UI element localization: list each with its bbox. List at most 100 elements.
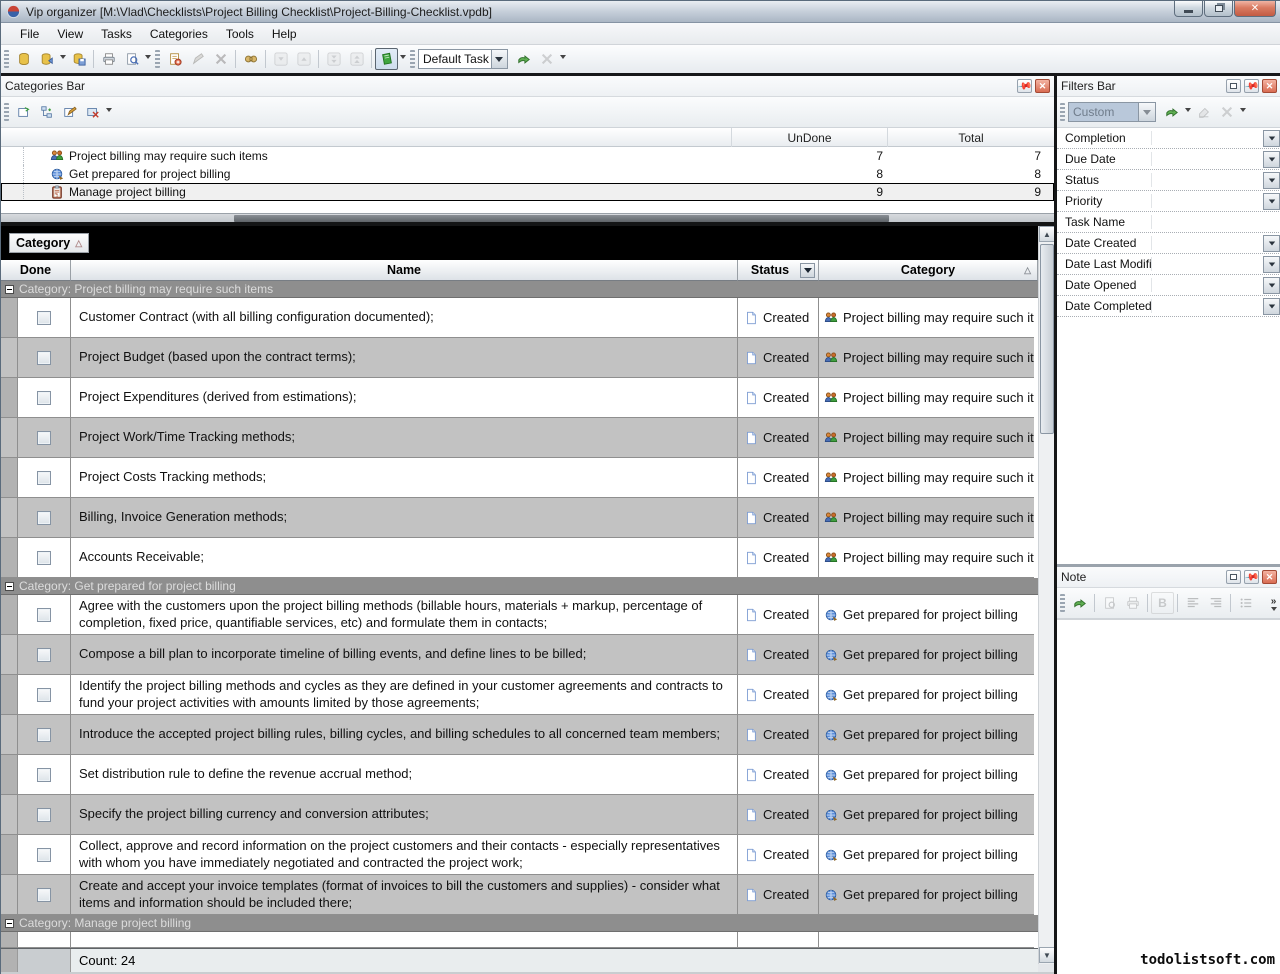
status-filter-button[interactable]	[800, 263, 815, 278]
task-category-cell[interactable]: Project billing may require such items	[819, 298, 1034, 337]
move-bottom-button[interactable]	[322, 48, 345, 70]
grid-vertical-scrollbar[interactable]: ▲ ▼	[1038, 226, 1054, 964]
task-checkbox[interactable]	[37, 471, 51, 485]
scrollbar-thumb[interactable]	[234, 215, 889, 222]
task-name-cell[interactable]: Collect, approve and record information …	[71, 835, 738, 874]
filter-dropdown-button[interactable]	[1263, 130, 1280, 147]
edit-task-button[interactable]	[186, 48, 209, 70]
task-row[interactable]: Collect, approve and record information …	[1, 835, 1034, 875]
note-close-button[interactable]: ✕	[1262, 570, 1277, 584]
task-row[interactable]: Introduce the accepted project billing r…	[1, 715, 1034, 755]
move-down-button[interactable]	[269, 48, 292, 70]
task-name-cell[interactable]: Project Costs Tracking methods;	[71, 458, 738, 497]
task-checkbox[interactable]	[37, 351, 51, 365]
task-category-cell[interactable]: Get prepared for project billing	[819, 755, 1034, 794]
task-checkbox[interactable]	[37, 728, 51, 742]
grid-column-category[interactable]: Category △	[819, 260, 1038, 281]
task-status-cell[interactable]: Created	[738, 298, 819, 337]
new-database-button[interactable]	[12, 48, 35, 70]
task-category-cell[interactable]: Get prepared for project billing	[819, 595, 1034, 634]
task-name-cell[interactable]: Introduce the accepted project billing r…	[71, 715, 738, 754]
task-category-cell[interactable]: Get prepared for project billing	[819, 675, 1034, 714]
categories-toolbar-dropdown[interactable]	[104, 102, 113, 122]
collapse-group-icon[interactable]	[5, 582, 14, 591]
menu-item-categories[interactable]: Categories	[141, 24, 217, 44]
task-status-cell[interactable]: Created	[738, 378, 819, 417]
toolbar-overflow-dropdown[interactable]	[558, 49, 567, 69]
menu-item-help[interactable]: Help	[263, 24, 306, 44]
task-status-cell[interactable]: Created	[738, 795, 819, 834]
filter-dropdown-button[interactable]	[1263, 193, 1280, 210]
task-category-cell[interactable]: Project billing may require such items	[819, 498, 1034, 537]
task-name-cell[interactable]: Project Work/Time Tracking methods;	[71, 418, 738, 457]
task-checkbox[interactable]	[37, 808, 51, 822]
note-pin-button[interactable]: 📌	[1244, 570, 1259, 584]
task-row[interactable]: Billing, Invoice Generation methods;Crea…	[1, 498, 1034, 538]
edit-category-button[interactable]	[58, 101, 81, 123]
group-by-category-button[interactable]: Category △	[9, 233, 89, 253]
close-button[interactable]: ✕	[1234, 1, 1276, 17]
filters-pin-button[interactable]: 📌	[1244, 79, 1259, 93]
delete-filter-button[interactable]	[1215, 101, 1238, 123]
task-status-cell[interactable]: Created	[738, 755, 819, 794]
task-row[interactable]: Accounts Receivable;CreatedProject billi…	[1, 538, 1034, 578]
group-header-row[interactable]: Category: Manage project billing	[1, 915, 1038, 932]
task-status-cell[interactable]: Created	[738, 835, 819, 874]
note-toolbar-overflow[interactable]: »	[1271, 596, 1277, 607]
task-checkbox[interactable]	[37, 888, 51, 902]
task-row[interactable]: Project Budget (based upon the contract …	[1, 338, 1034, 378]
task-category-cell[interactable]: Get prepared for project billing	[819, 715, 1034, 754]
column-header-category[interactable]	[1, 128, 731, 147]
align-left-button[interactable]	[1181, 592, 1204, 614]
task-name-cell[interactable]: Identify the project billing methods and…	[71, 675, 738, 714]
task-category-cell[interactable]: Project billing may require such items	[819, 378, 1034, 417]
task-checkbox[interactable]	[37, 608, 51, 622]
filters-close-button[interactable]: ✕	[1262, 79, 1277, 93]
note-apply-button[interactable]	[1068, 592, 1091, 614]
category-tree-item[interactable]: Get prepared for project billing88	[1, 165, 1054, 183]
task-status-cell[interactable]: Created	[738, 458, 819, 497]
task-name-cell[interactable]: Project Expenditures (derived from estim…	[71, 378, 738, 417]
categories-horizontal-scrollbar[interactable]	[1, 213, 1054, 222]
filter-preset-dropdown[interactable]	[1138, 103, 1155, 121]
print-button[interactable]	[97, 48, 120, 70]
menu-item-tasks[interactable]: Tasks	[92, 24, 141, 44]
move-top-button[interactable]	[345, 48, 368, 70]
task-name-cell[interactable]: Create and accept your invoice templates…	[71, 875, 738, 914]
task-category-cell[interactable]: Project billing may require such items	[819, 458, 1034, 497]
new-task-button[interactable]	[163, 48, 186, 70]
task-category-cell[interactable]: Get prepared for project billing	[819, 875, 1034, 914]
task-row[interactable]: Customer Contract (with all billing conf…	[1, 298, 1034, 338]
task-checkbox[interactable]	[37, 511, 51, 525]
new-category-button[interactable]	[12, 101, 35, 123]
scroll-up-button[interactable]: ▲	[1039, 226, 1055, 242]
task-status-cell[interactable]: Created	[738, 595, 819, 634]
filter-dropdown-button[interactable]	[1263, 256, 1280, 273]
note-print-button[interactable]	[1121, 592, 1144, 614]
task-status-cell[interactable]: Created	[738, 635, 819, 674]
print-preview-button[interactable]	[120, 48, 143, 70]
task-category-cell[interactable]: Get prepared for project billing	[819, 835, 1034, 874]
task-row[interactable]: Create and accept your invoice templates…	[1, 875, 1034, 915]
note-editor[interactable]: todolistsoft.com	[1057, 619, 1280, 974]
bullet-list-button[interactable]	[1234, 592, 1257, 614]
note-restore-button[interactable]	[1226, 570, 1241, 584]
task-row[interactable]: Project Work/Time Tracking methods;Creat…	[1, 418, 1034, 458]
task-status-cell[interactable]: Created	[738, 498, 819, 537]
task-status-cell[interactable]: Created	[738, 418, 819, 457]
toolbar-grip[interactable]	[1060, 594, 1065, 612]
task-status-cell[interactable]: Created	[738, 338, 819, 377]
task-category-cell[interactable]: Project billing may require such items	[819, 418, 1034, 457]
toolbar-grip[interactable]	[1060, 103, 1065, 121]
apply-filter-button[interactable]	[1160, 101, 1183, 123]
task-name-cell[interactable]: Set distribution rule to define the reve…	[71, 755, 738, 794]
task-type-combobox[interactable]: Default Task	[418, 49, 508, 69]
task-category-cell[interactable]: Get prepared for project billing	[819, 635, 1034, 674]
toolbar-grip[interactable]	[410, 50, 415, 68]
task-checkbox[interactable]	[37, 848, 51, 862]
categories-pin-button[interactable]: 📌	[1017, 79, 1032, 93]
task-name-cell[interactable]: Billing, Invoice Generation methods;	[71, 498, 738, 537]
task-row[interactable]: Identify the project billing methods and…	[1, 675, 1034, 715]
bold-button[interactable]: B	[1151, 592, 1174, 614]
toolbar-grip[interactable]	[4, 103, 9, 121]
